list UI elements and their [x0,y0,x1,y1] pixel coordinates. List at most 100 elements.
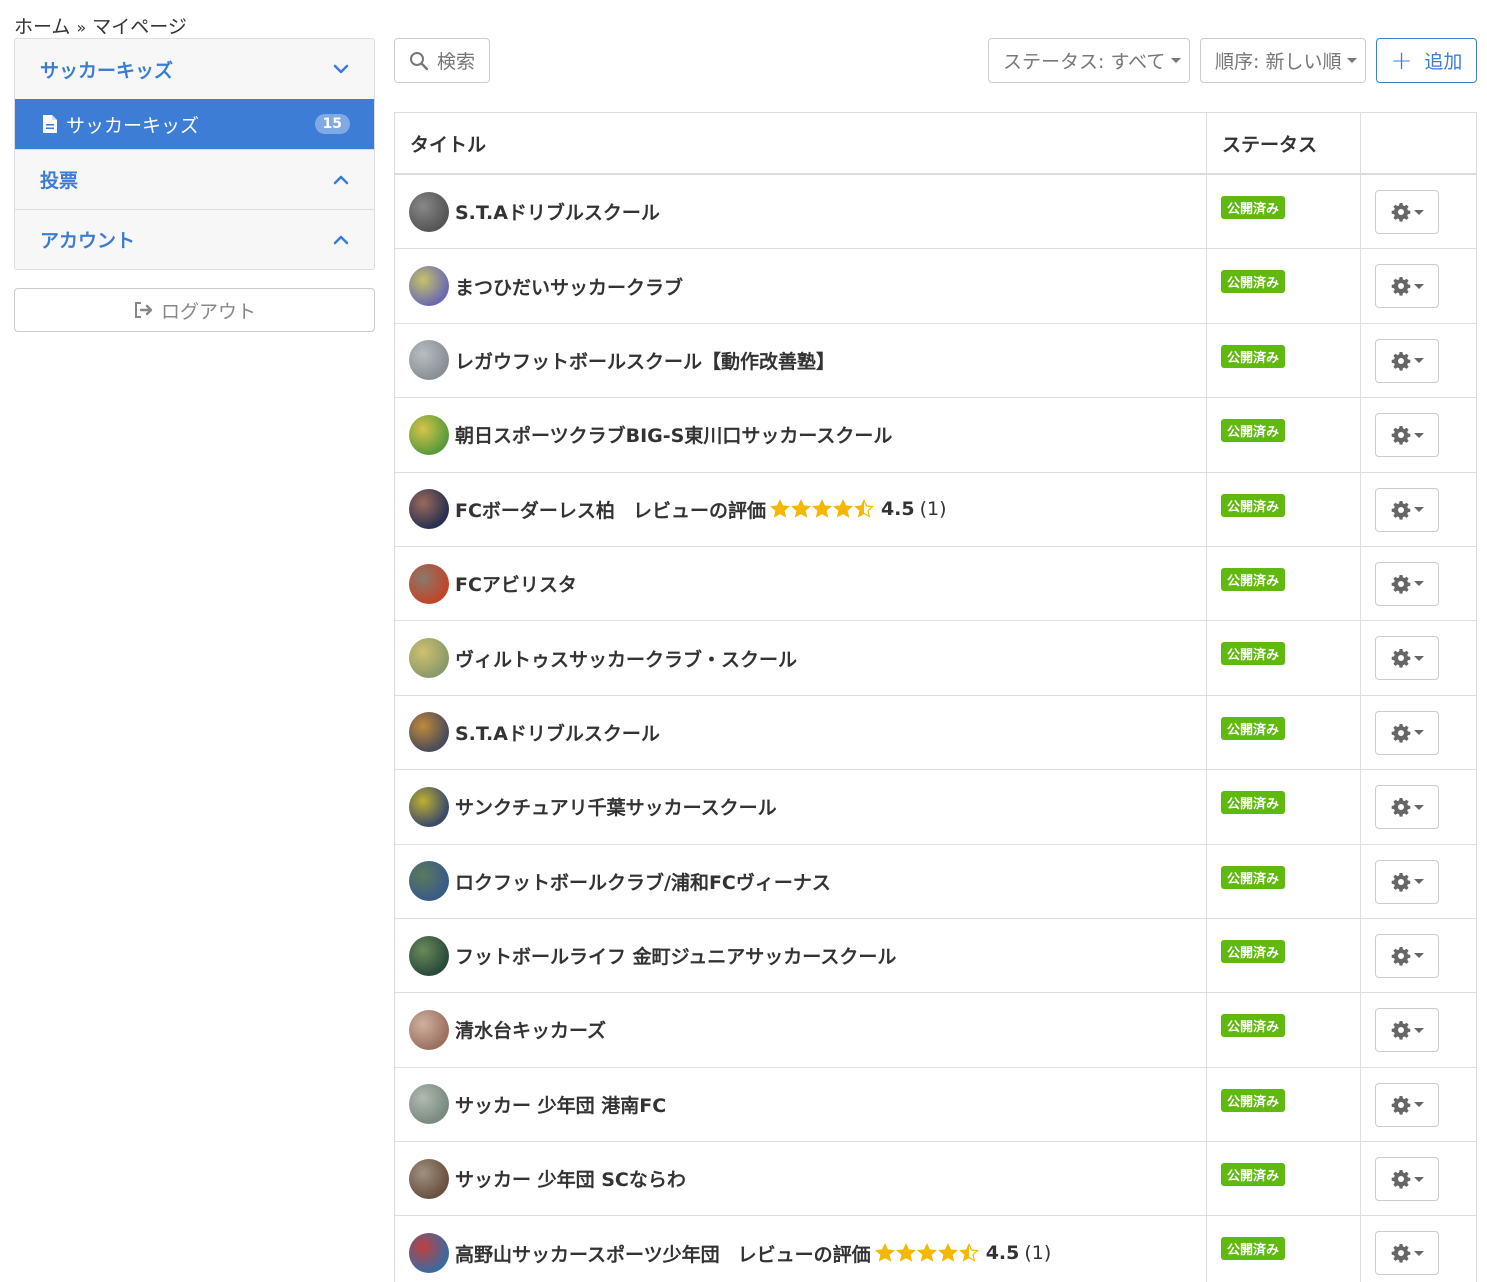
entry-title-link[interactable]: ロクフットボールクラブ/浦和FCヴィーナス [455,868,831,895]
review-score: 4.5 [985,1242,1020,1265]
entry-title-link[interactable]: フットボールライフ 金町ジュニアサッカースクール [455,942,896,969]
row-actions-button[interactable] [1375,338,1439,383]
row-actions-button[interactable] [1375,190,1439,234]
status-badge: 公開済み [1221,1237,1286,1261]
caret-down-icon [1413,1176,1424,1182]
logout-button[interactable]: ログアウト [14,288,375,332]
table-row: 清水台キッカーズ 公開済み [395,993,1476,1068]
title-cell: 朝日スポーツクラブBIG-S東川口サッカースクール [395,398,1207,472]
breadcrumb-home-link[interactable]: ホーム [14,16,70,38]
row-actions-button[interactable] [1375,487,1439,532]
table-row: 朝日スポーツクラブBIG-S東川口サッカースクール 公開済み [395,398,1476,473]
status-badge: 公開済み [1221,196,1286,219]
row-actions-button[interactable] [1375,1157,1439,1202]
caret-down-icon [1413,730,1424,736]
row-actions-button[interactable] [1375,561,1439,606]
thumbnail-image [409,563,449,604]
row-actions-button[interactable] [1375,785,1439,830]
gear-icon [1391,351,1410,371]
caret-down-icon [1347,58,1358,63]
title-cell: フットボールライフ 金町ジュニアサッカースクール [395,918,1207,993]
sidebar-section-account[interactable]: アカウント [15,209,374,269]
gear-icon [1391,277,1410,296]
entry-title-link[interactable]: 高野山サッカースポーツ少年団 [455,1240,720,1267]
column-header-actions [1361,113,1476,173]
column-header-status[interactable]: ステータス [1207,113,1361,173]
title-cell: 高野山サッカースポーツ少年団 レビューの評価 4.5 (1) [395,1216,1207,1282]
entry-title-link[interactable]: 清水台キッカーズ [455,1016,606,1043]
breadcrumb: ホーム » マイページ [14,12,187,39]
review-label: レビューの評価 [737,1243,871,1266]
status-badge: 公開済み [1221,419,1286,443]
gear-icon [1391,723,1410,743]
status-cell: 公開済み [1207,1216,1361,1282]
row-actions-button[interactable] [1375,264,1439,309]
status-badge: 公開済み [1221,642,1286,666]
table-row: サンクチュアリ千葉サッカースクール 公開済み [395,770,1476,845]
caret-down-icon [1413,879,1424,885]
star-icon [874,1243,895,1262]
status-cell: 公開済み [1207,175,1361,249]
entry-title-link[interactable]: FCアビリスタ [455,570,577,597]
entry-title-link[interactable]: S.T.Aドリブルスクール [455,198,660,225]
thumbnail-image [409,1233,449,1274]
add-button[interactable]: + 追加 [1376,38,1477,83]
sidebar-section-vote[interactable]: 投票 [15,149,374,209]
caret-down-icon [1413,283,1424,289]
star-icon [812,499,832,518]
entry-title-link[interactable]: サッカー 少年団 SCならわ [455,1165,686,1192]
star-icon [791,499,811,518]
count-badge: 15 [314,114,350,134]
title-cell: 清水台キッカーズ [395,993,1207,1067]
entry-title-link[interactable]: サッカー 少年団 港南FC [455,1091,666,1118]
row-actions-button[interactable] [1375,1231,1439,1276]
row-actions-button[interactable] [1375,636,1439,681]
entry-title-link[interactable]: サンクチュアリ千葉サッカースクール [455,793,777,820]
row-actions-button[interactable] [1375,413,1439,458]
sidebar-item-soccer-kids[interactable]: サッカーキッズ 15 [15,99,374,149]
status-cell: 公開済み [1207,1067,1361,1142]
entry-title-link[interactable]: まつひだいサッカークラブ [455,273,683,300]
actions-cell [1361,175,1476,248]
caret-down-icon [1413,953,1424,959]
thumbnail-image [409,712,449,753]
sidebar-section-soccer-kids[interactable]: サッカーキッズ [15,39,374,99]
entry-title-link[interactable]: FCボーダーレス柏 [455,496,615,523]
actions-cell [1361,398,1476,471]
review-summary: レビューの評価 4.5 (1) [738,1240,1052,1267]
column-header-title[interactable]: タイトル [395,113,1207,173]
thumbnail-image [409,1158,449,1199]
actions-cell [1361,770,1476,843]
title-cell: S.T.Aドリブルスクール [395,175,1207,249]
title-cell: FCボーダーレス柏 レビューの評価 4.5 (1) [395,472,1207,546]
row-actions-button[interactable] [1375,1008,1439,1053]
entry-title-link[interactable]: S.T.Aドリブルスクール [455,719,660,746]
caret-down-icon [1171,58,1182,63]
row-actions-button[interactable] [1375,1082,1439,1127]
title-cell: レガウフットボールスクール【動作改善塾】 [395,323,1207,398]
table-row: ロクフットボールクラブ/浦和FCヴィーナス 公開済み [395,844,1476,919]
row-actions-button[interactable] [1375,710,1439,755]
gear-icon [1391,1244,1410,1264]
status-badge: 公開済み [1221,493,1286,517]
thumbnail-image [409,191,449,232]
row-actions-button[interactable] [1375,933,1439,978]
review-label: レビューの評価 [632,499,766,522]
title-cell: ヴィルトゥスサッカークラブ・スクール [395,621,1207,695]
entries-table: タイトル ステータス S.T.Aドリブルスクール 公開済み まつひだいサッカーク… [394,112,1477,1282]
review-summary: レビューの評価 4.5 (1) [633,496,947,523]
entry-title-link[interactable]: 朝日スポーツクラブBIG-S東川口サッカースクール [455,421,892,448]
search-button[interactable]: 検索 [394,38,490,83]
order-dropdown[interactable]: 順序: 新しい順 [1200,38,1366,83]
thumbnail-image [409,1084,449,1125]
table-row: S.T.Aドリブルスクール 公開済み [395,175,1476,250]
caret-down-icon [1413,1102,1424,1108]
actions-cell [1361,919,1476,992]
entry-title-link[interactable]: ヴィルトゥスサッカークラブ・スクール [455,645,797,672]
status-badge: 公開済み [1221,939,1286,963]
status-filter-dropdown[interactable]: ステータス: すべて [988,38,1190,83]
actions-cell [1361,1068,1476,1141]
table-row: S.T.Aドリブルスクール 公開済み [395,695,1476,771]
row-actions-button[interactable] [1375,859,1439,904]
entry-title-link[interactable]: レガウフットボールスクール【動作改善塾】 [455,347,835,374]
